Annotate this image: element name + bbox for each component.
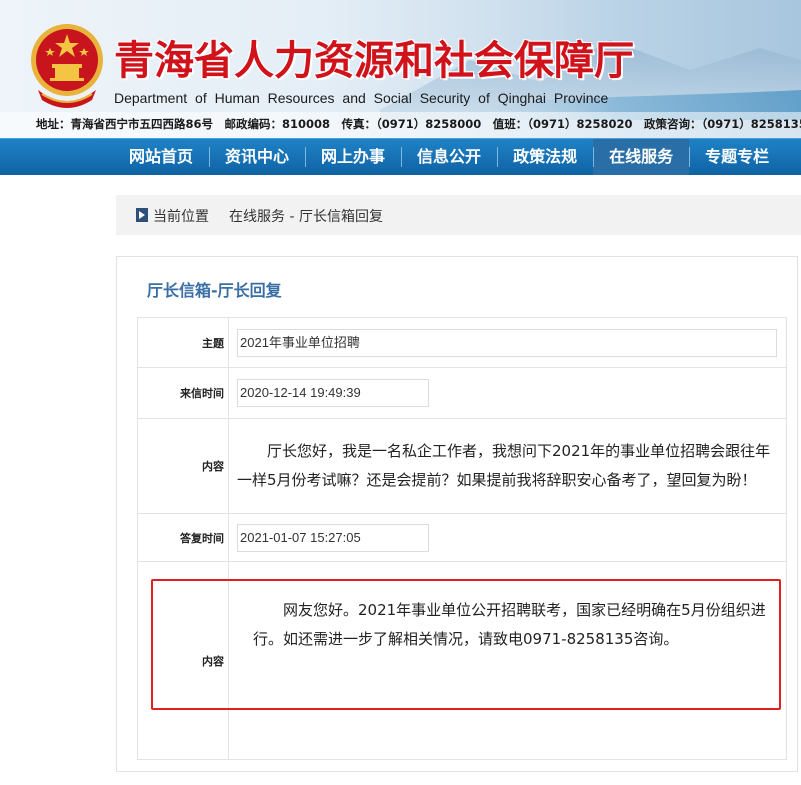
sent-time-label: 来信时间: [137, 367, 229, 419]
panel-title: 厅长信箱-厅长回复: [147, 281, 282, 300]
subject-label: 主题: [137, 317, 229, 368]
contact-info: 地址：青海省西宁市五四西路86号 邮政编码：810008 传真：（0971）82…: [36, 117, 801, 131]
nav-item-info-disclosure[interactable]: 信息公开: [401, 139, 497, 175]
national-emblem-icon: [31, 24, 103, 108]
content-label: 内容: [137, 418, 229, 514]
nav-item-news[interactable]: 资讯中心: [209, 139, 305, 175]
site-subtitle: Department of Human Resources and Social…: [114, 90, 609, 106]
reply-time-field: 2021-01-07 15:27:05: [237, 523, 429, 552]
reply-time-label: 答复时间: [137, 513, 229, 562]
reply-highlight-box: [151, 579, 781, 710]
sent-time-field: 2020-12-14 19:49:39: [237, 379, 429, 407]
breadcrumb: 当前位置 在线服务 - 厅长信箱回复: [116, 195, 801, 235]
site-title: 青海省人力资源和社会保障厅: [114, 37, 634, 84]
breadcrumb-path[interactable]: 在线服务 - 厅长信箱回复: [229, 206, 383, 226]
main-nav: 网站首页 资讯中心 网上办事 信息公开 政策法规 在线服务 专题专栏: [0, 138, 801, 175]
subject-field: 2021年事业单位招聘: [237, 328, 777, 357]
nav-item-policy[interactable]: 政策法规: [497, 139, 593, 175]
breadcrumb-label: 当前位置: [153, 209, 209, 225]
nav-item-online-service[interactable]: 在线服务: [593, 139, 690, 175]
table-row-subject: 主题 2021年事业单位招聘: [137, 317, 787, 368]
site-header: 青海省人力资源和社会保障厅 Department of Human Resour…: [0, 0, 801, 140]
nav-item-online-affairs[interactable]: 网上办事: [305, 139, 401, 175]
nav-item-home[interactable]: 网站首页: [113, 139, 209, 175]
table-row-sent-time: 来信时间 2020-12-14 19:49:39: [137, 367, 787, 419]
nav-item-special-topics[interactable]: 专题专栏: [689, 139, 785, 175]
letter-content: 厅长您好，我是一名私企工作者，我想问下2021年的事业单位招聘会跟往年一样5月份…: [237, 442, 771, 489]
triangle-right-icon: [136, 208, 148, 222]
table-row-letter-content: 内容 厅长您好，我是一名私企工作者，我想问下2021年的事业单位招聘会跟往年一样…: [137, 418, 787, 514]
table-row-reply-time: 答复时间 2021-01-07 15:27:05: [137, 513, 787, 562]
